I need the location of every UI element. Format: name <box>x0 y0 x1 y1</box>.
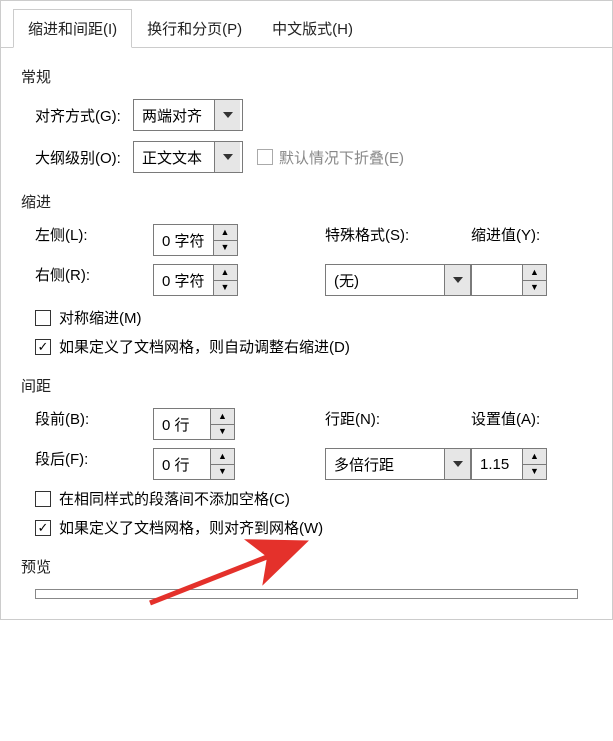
label-spacing-at: 设置值(A): <box>471 408 571 440</box>
spinner-indent-by-value <box>472 265 522 295</box>
spinner-up-icon[interactable]: ▲ <box>523 265 546 280</box>
checkbox-indent-grid[interactable]: ✓ <box>35 339 51 355</box>
label-spacing-grid: 如果定义了文档网格，则对齐到网格(W) <box>59 517 323 538</box>
label-special-format: 特殊格式(S): <box>325 224 465 256</box>
spinner-down-icon[interactable]: ▼ <box>211 464 234 480</box>
label-indent-by: 缩进值(Y): <box>471 224 571 256</box>
spinner-up-icon[interactable]: ▲ <box>523 449 546 464</box>
label-collapse-default: 默认情况下折叠(E) <box>279 147 404 168</box>
spinner-at-value: 1.15 <box>472 449 522 479</box>
combo-alignment[interactable]: 两端对齐 <box>133 99 243 131</box>
combo-line-value: 多倍行距 <box>326 449 444 479</box>
label-right-indent: 右侧(R): <box>21 264 133 299</box>
label-line-spacing: 行距(N): <box>325 408 465 440</box>
label-space-before: 段前(B): <box>21 408 133 440</box>
tab-bar: 缩进和间距(I) 换行和分页(P) 中文版式(H) <box>1 1 612 48</box>
tab-pagination[interactable]: 换行和分页(P) <box>132 9 257 47</box>
combo-special-format[interactable]: (无) <box>325 264 471 296</box>
checkbox-mirror-indent[interactable] <box>35 310 51 326</box>
spinner-left-value: 0 字符 <box>154 225 213 255</box>
spinner-down-icon[interactable]: ▼ <box>523 280 546 296</box>
spinner-before-value: 0 行 <box>154 409 210 439</box>
chevron-down-icon[interactable] <box>444 449 470 479</box>
spinner-right-indent[interactable]: 0 字符 ▲ ▼ <box>153 264 238 296</box>
spinner-left-indent[interactable]: 0 字符 ▲ ▼ <box>153 224 238 256</box>
spinner-down-icon[interactable]: ▼ <box>214 280 237 296</box>
combo-outline-level[interactable]: 正文文本 <box>133 141 243 173</box>
section-spacing: 间距 <box>21 375 592 396</box>
label-indent-grid: 如果定义了文档网格，则自动调整右缩进(D) <box>59 336 350 357</box>
chevron-down-icon[interactable] <box>444 265 470 295</box>
checkbox-spacing-grid[interactable]: ✓ <box>35 520 51 536</box>
spinner-space-before[interactable]: 0 行 ▲ ▼ <box>153 408 235 440</box>
combo-special-value: (无) <box>326 265 444 295</box>
label-mirror-indent: 对称缩进(M) <box>59 307 142 328</box>
spinner-down-icon[interactable]: ▼ <box>214 240 237 256</box>
section-preview: 预览 <box>21 556 592 577</box>
chevron-down-icon[interactable] <box>214 100 240 130</box>
tab-indent-spacing[interactable]: 缩进和间距(I) <box>13 9 132 48</box>
spinner-down-icon[interactable]: ▼ <box>211 424 234 440</box>
label-left-indent: 左侧(L): <box>21 224 133 256</box>
combo-outline-value: 正文文本 <box>134 142 214 172</box>
label-alignment: 对齐方式(G): <box>21 105 133 126</box>
combo-line-spacing[interactable]: 多倍行距 <box>325 448 471 480</box>
spinner-right-value: 0 字符 <box>154 265 213 295</box>
section-general: 常规 <box>21 66 592 87</box>
spinner-up-icon[interactable]: ▲ <box>211 449 234 464</box>
spinner-after-value: 0 行 <box>154 449 210 479</box>
chevron-down-icon[interactable] <box>214 142 240 172</box>
spinner-space-after[interactable]: 0 行 ▲ ▼ <box>153 448 235 480</box>
spinner-up-icon[interactable]: ▲ <box>214 265 237 280</box>
spinner-down-icon[interactable]: ▼ <box>523 464 546 480</box>
section-indent: 缩进 <box>21 191 592 212</box>
checkbox-same-style-spacing[interactable] <box>35 491 51 507</box>
spinner-spacing-at[interactable]: 1.15 ▲ ▼ <box>471 448 547 480</box>
spinner-indent-by[interactable]: ▲ ▼ <box>471 264 547 296</box>
label-outline-level: 大纲级别(O): <box>21 147 133 168</box>
spinner-up-icon[interactable]: ▲ <box>214 225 237 240</box>
preview-area <box>35 589 578 599</box>
checkbox-collapse-default <box>257 149 273 165</box>
tab-chinese-layout[interactable]: 中文版式(H) <box>257 9 368 47</box>
label-space-after: 段后(F): <box>21 448 133 480</box>
combo-alignment-value: 两端对齐 <box>134 100 214 130</box>
label-same-style-spacing: 在相同样式的段落间不添加空格(C) <box>59 488 290 509</box>
spinner-up-icon[interactable]: ▲ <box>211 409 234 424</box>
